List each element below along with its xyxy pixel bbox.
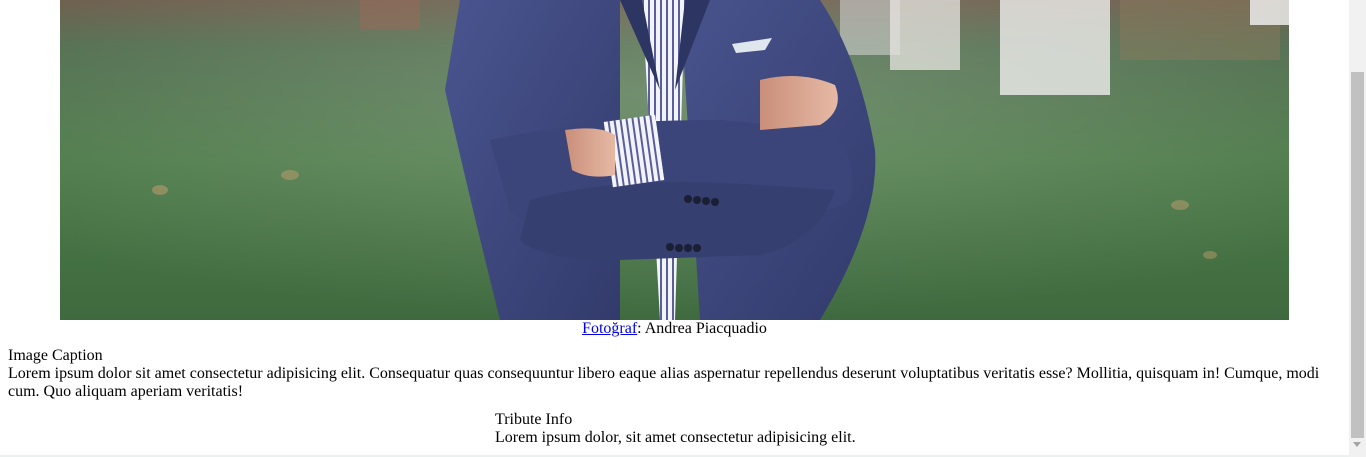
tribute-photo [60, 0, 1289, 320]
tribute-info-text: Lorem ipsum dolor, sit amet consectetur … [495, 429, 856, 446]
photo-credit-link[interactable]: Fotoğraf [582, 320, 637, 337]
photo-credit: Fotoğraf: Andrea Piacquadio [0, 319, 1349, 339]
scroll-down-arrow-icon[interactable] [1353, 442, 1361, 447]
image-caption: Image Caption Lorem ipsum dolor sit amet… [8, 347, 1338, 401]
content-area: Fotoğraf: Andrea Piacquadio Image Captio… [0, 0, 1349, 457]
vertical-scrollbar[interactable] [1349, 0, 1366, 457]
photo-credit-separator: : [637, 320, 645, 337]
tribute-info: Tribute Info Lorem ipsum dolor, sit amet… [495, 411, 1195, 447]
image-caption-title: Image Caption [8, 347, 103, 364]
image-caption-text: Lorem ipsum dolor sit amet consectetur a… [8, 365, 1320, 400]
page: Fotoğraf: Andrea Piacquadio Image Captio… [0, 0, 1366, 457]
tribute-info-title: Tribute Info [495, 411, 573, 428]
scrollbar-thumb[interactable] [1351, 72, 1364, 438]
photo-credit-author: Andrea Piacquadio [644, 320, 767, 337]
photo-illustration [60, 0, 1289, 320]
